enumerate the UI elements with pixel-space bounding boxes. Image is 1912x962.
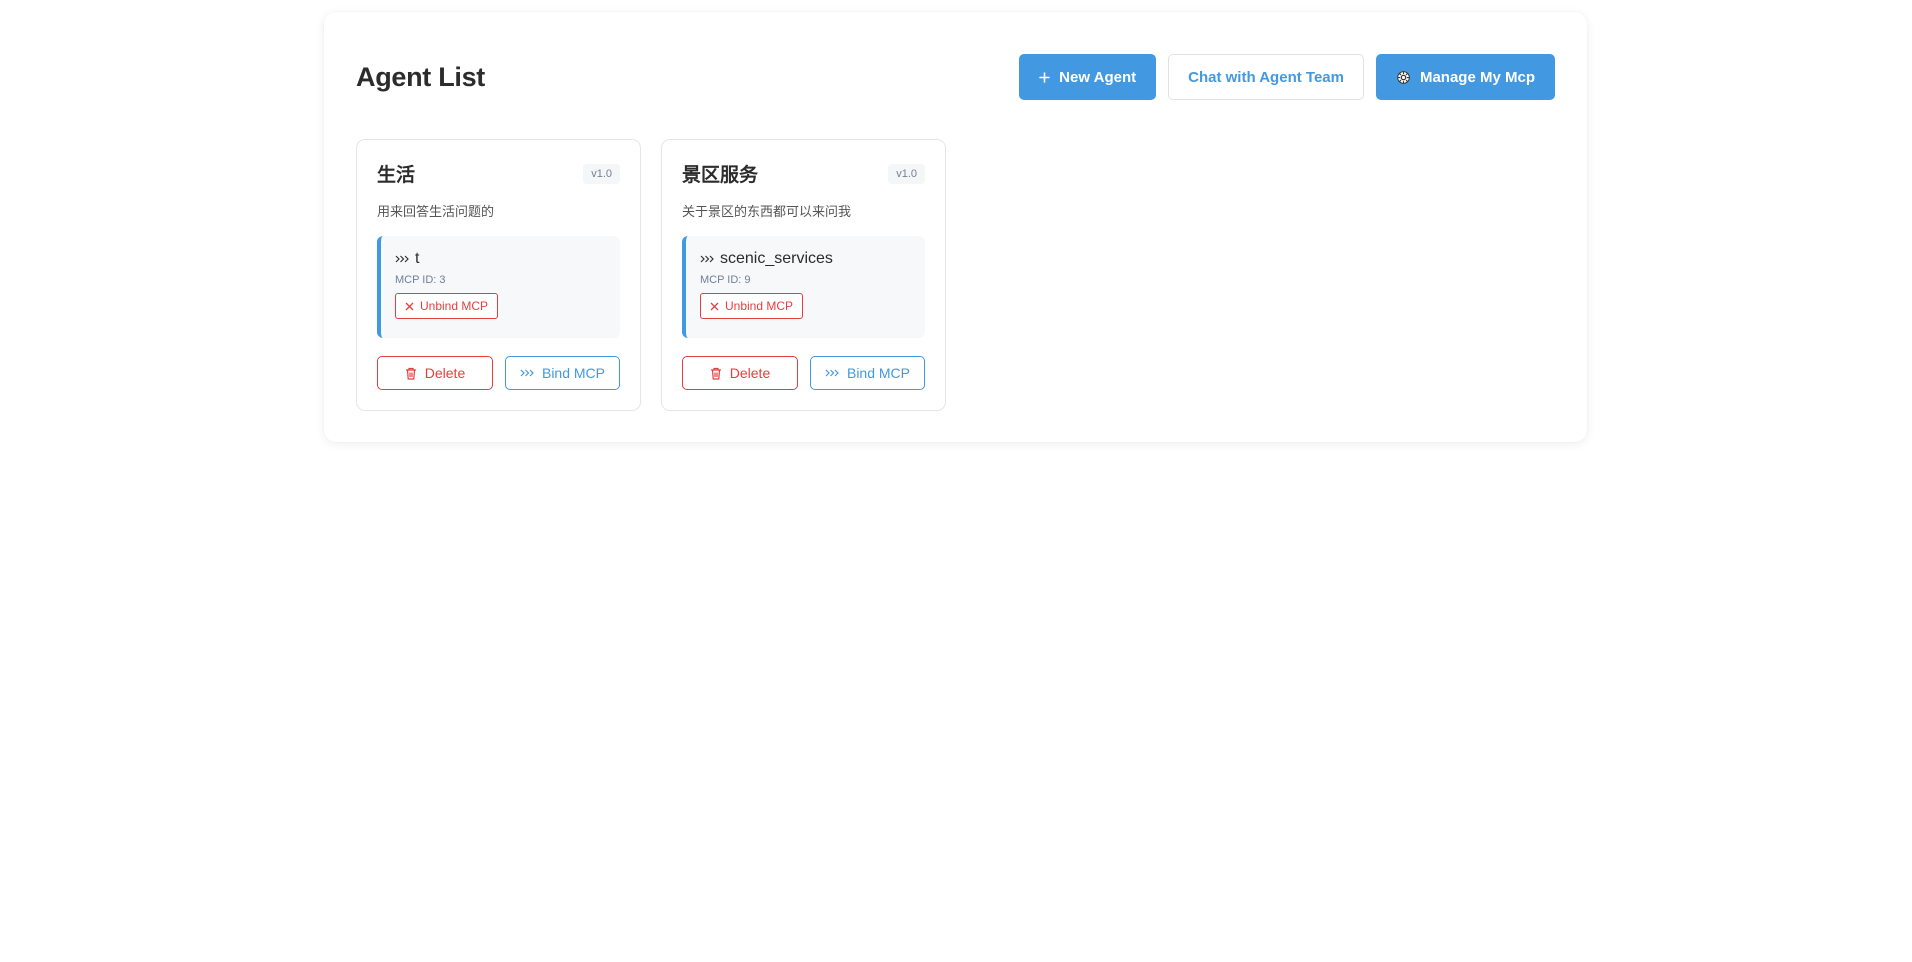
chat-with-agent-team-button[interactable]: Chat with Agent Team	[1168, 54, 1364, 100]
mcp-name-row: t	[395, 250, 606, 268]
mcp-id: MCP ID: 3	[395, 274, 446, 286]
agent-description: 用来回答生活问题的	[377, 204, 495, 219]
unbind-mcp-button[interactable]: Unbind MCP	[395, 293, 499, 319]
gear-icon	[1396, 70, 1411, 85]
mcp-id: MCP ID: 9	[700, 274, 751, 286]
new-agent-label: New Agent	[1059, 68, 1137, 86]
agent-card: 景区服务 v1.0 关于景区的东西都可以来问我 scenic_services …	[661, 139, 946, 411]
close-icon	[710, 302, 719, 311]
bind-mcp-label: Bind MCP	[846, 365, 911, 381]
agent-card-header: 生活 v1.0	[377, 160, 620, 187]
new-agent-button[interactable]: New Agent	[1019, 54, 1157, 100]
agent-card-header: 景区服务 v1.0	[682, 160, 925, 187]
mcp-name-row: scenic_services	[700, 250, 911, 268]
manage-my-mcp-button[interactable]: Manage My Mcp	[1375, 54, 1555, 100]
trash-icon	[710, 367, 722, 380]
page-title: Agent List	[356, 61, 485, 92]
close-icon	[405, 302, 414, 311]
agent-list-panel: Agent List New Agent Chat with Agent Tea…	[324, 12, 1587, 442]
bind-mcp-button[interactable]: Bind MCP	[505, 356, 620, 390]
agent-description: 关于景区的东西都可以来问我	[682, 204, 852, 219]
version-badge: v1.0	[583, 163, 620, 184]
agent-card-actions: Delete Bind MCP	[682, 356, 925, 390]
bound-mcp: t MCP ID: 3 Unbind MCP	[377, 236, 620, 338]
mcp-icon	[520, 368, 534, 378]
unbind-mcp-button[interactable]: Unbind MCP	[700, 293, 804, 319]
mcp-name: scenic_services	[720, 250, 833, 267]
agent-name: 生活	[377, 165, 416, 186]
delete-label: Delete	[424, 365, 466, 381]
delete-button[interactable]: Delete	[377, 356, 493, 390]
bind-mcp-button[interactable]: Bind MCP	[810, 356, 925, 390]
header-actions: New Agent Chat with Agent Team Manage My…	[1019, 54, 1555, 100]
agent-card: 生活 v1.0 用来回答生活问题的 t MCP ID: 3 Unbind MCP	[356, 139, 641, 411]
unbind-mcp-label: Unbind MCP	[420, 299, 489, 313]
version-badge: v1.0	[888, 163, 925, 184]
mcp-name: t	[415, 250, 420, 267]
plus-icon	[1039, 71, 1050, 83]
header: Agent List New Agent Chat with Agent Tea…	[356, 54, 1555, 100]
chat-with-agent-team-label: Chat with Agent Team	[1188, 68, 1344, 86]
mcp-icon	[825, 368, 839, 378]
mcp-icon	[395, 254, 409, 264]
delete-button[interactable]: Delete	[682, 356, 798, 390]
delete-label: Delete	[729, 365, 771, 381]
manage-my-mcp-label: Manage My Mcp	[1419, 68, 1535, 86]
agent-card-actions: Delete Bind MCP	[377, 356, 620, 390]
mcp-icon	[700, 254, 714, 264]
agent-name: 景区服务	[682, 165, 759, 186]
bind-mcp-label: Bind MCP	[541, 365, 606, 381]
bound-mcp: scenic_services MCP ID: 9 Unbind MCP	[682, 236, 925, 338]
unbind-mcp-label: Unbind MCP	[725, 299, 794, 313]
agent-cards: 生活 v1.0 用来回答生活问题的 t MCP ID: 3 Unbind MCP	[356, 139, 946, 411]
trash-icon	[405, 367, 417, 380]
